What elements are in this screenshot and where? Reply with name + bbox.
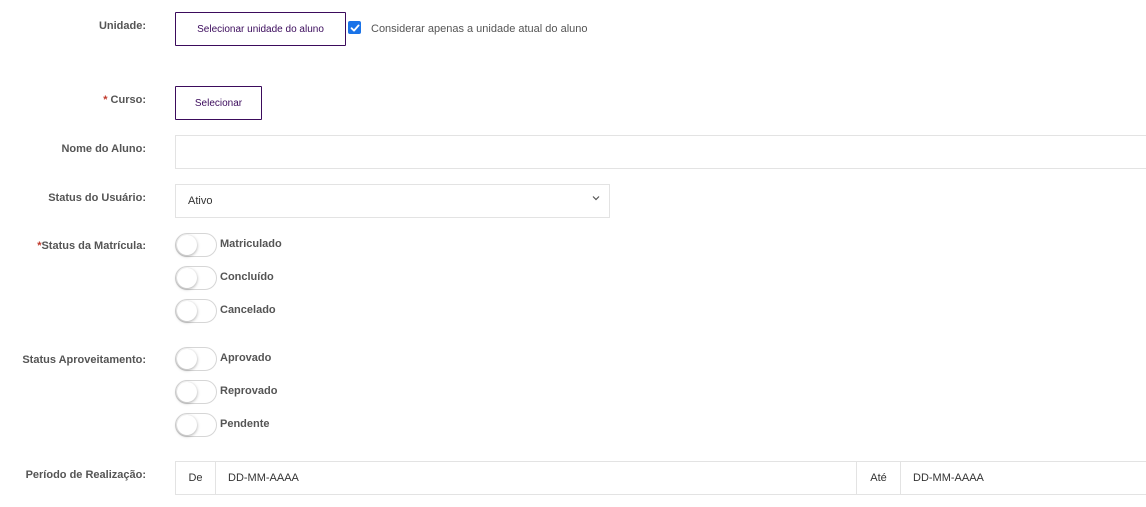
toggle-cancelado[interactable] — [175, 299, 217, 323]
toggle-cancelado-label: Cancelado — [220, 304, 276, 316]
toggle-pendente[interactable] — [175, 413, 217, 437]
toggle-knob — [177, 382, 197, 402]
status-aproveitamento-label: Status Aproveitamento: — [22, 354, 146, 366]
curso-label-text: Curso: — [107, 94, 146, 106]
check-icon — [350, 24, 359, 31]
unidade-label: Unidade: — [98, 20, 146, 32]
ate-addon: Até — [856, 461, 901, 495]
chevron-down-icon — [591, 193, 601, 206]
toggle-knob — [177, 235, 197, 255]
toggle-reprovado-label: Reprovado — [220, 385, 278, 397]
toggle-aprovado-label: Aprovado — [220, 352, 272, 364]
select-curso-button[interactable]: Selecionar — [175, 86, 262, 120]
status-usuario-select[interactable]: Ativo — [175, 184, 610, 218]
toggle-knob — [177, 415, 197, 435]
nome-aluno-input[interactable] — [175, 135, 1146, 169]
de-addon: De — [175, 461, 216, 495]
toggle-knob — [177, 268, 197, 288]
toggle-pendente-label: Pendente — [220, 418, 270, 430]
toggle-matriculado[interactable] — [175, 233, 217, 257]
unidade-atual-label: Considerar apenas a unidade atual do alu… — [371, 23, 588, 35]
status-usuario-label: Status do Usuário: — [48, 192, 146, 204]
periodo-label: Período de Realização: — [25, 469, 146, 481]
unidade-atual-checkbox[interactable] — [348, 21, 361, 34]
date-from-input[interactable]: DD-MM-AAAA — [215, 461, 857, 495]
toggle-matriculado-label: Matriculado — [220, 238, 282, 250]
toggle-knob — [177, 349, 197, 369]
toggle-knob — [177, 301, 197, 321]
toggle-concluido-label: Concluído — [220, 271, 274, 283]
status-usuario-value: Ativo — [188, 195, 213, 207]
status-matricula-label-text: Status da Matrícula: — [41, 240, 146, 252]
date-to-input[interactable]: DD-MM-AAAA — [900, 461, 1146, 495]
toggle-reprovado[interactable] — [175, 380, 217, 404]
status-matricula-label: *Status da Matrícula: — [0, 240, 146, 252]
select-unidade-button[interactable]: Selecionar unidade do aluno — [175, 12, 346, 46]
nome-aluno-label: Nome do Aluno: — [61, 143, 146, 155]
curso-label: * Curso: — [0, 94, 146, 106]
toggle-concluido[interactable] — [175, 266, 217, 290]
toggle-aprovado[interactable] — [175, 347, 217, 371]
